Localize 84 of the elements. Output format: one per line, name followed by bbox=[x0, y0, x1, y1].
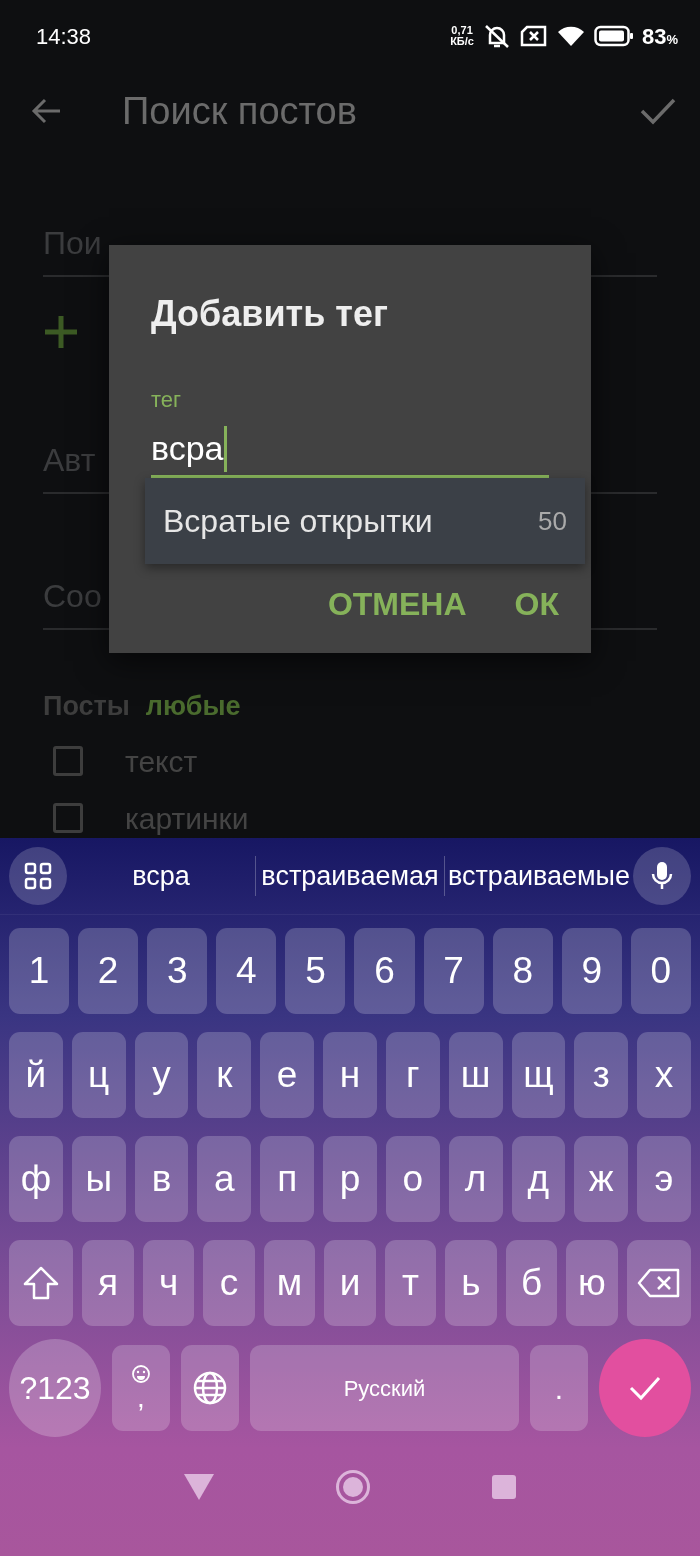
globe-icon bbox=[192, 1370, 228, 1406]
network-speed-unit: КБ/с bbox=[450, 36, 474, 47]
plus-icon[interactable] bbox=[43, 314, 79, 350]
keyboard-key[interactable]: и bbox=[324, 1240, 376, 1326]
network-speed: 0,71 bbox=[450, 25, 474, 36]
keyboard-key[interactable]: л bbox=[448, 1136, 503, 1222]
home-circle-icon[interactable] bbox=[335, 1469, 371, 1505]
keyboard-key[interactable]: н bbox=[323, 1032, 377, 1118]
keyboard-key[interactable]: 0 bbox=[630, 928, 691, 1014]
keyboard-key[interactable]: г bbox=[385, 1032, 440, 1118]
keyboard-key[interactable]: к bbox=[197, 1032, 252, 1118]
word-suggestion[interactable]: всра bbox=[67, 855, 255, 897]
dialog-button[interactable]: ОТМЕНА bbox=[327, 580, 467, 628]
keyboard-key[interactable]: 9 bbox=[561, 928, 622, 1014]
keyboard-key[interactable]: е bbox=[260, 1032, 315, 1118]
keyboard-key[interactable]: р bbox=[323, 1136, 377, 1222]
keyboard-key[interactable]: з bbox=[574, 1032, 629, 1118]
shift-key[interactable] bbox=[9, 1240, 74, 1326]
battery-percent-unit: % bbox=[666, 31, 678, 49]
keyboard-key[interactable]: в bbox=[134, 1136, 189, 1222]
confirm-check-icon[interactable] bbox=[640, 97, 676, 125]
keyboard-key[interactable]: с bbox=[203, 1240, 255, 1326]
keyboard-key[interactable]: 3 bbox=[147, 928, 208, 1014]
space-key[interactable]: Русский bbox=[250, 1345, 519, 1431]
checkbox[interactable] bbox=[53, 746, 83, 776]
keyboard-key[interactable]: ю bbox=[566, 1240, 618, 1326]
shift-arrow-icon bbox=[22, 1265, 61, 1301]
backspace-key[interactable] bbox=[626, 1240, 692, 1326]
keyboard-key[interactable]: 6 bbox=[354, 928, 415, 1014]
screen-title: Поиск постов bbox=[122, 88, 357, 134]
keyboard-key[interactable]: т bbox=[384, 1240, 437, 1326]
text-cursor bbox=[223, 425, 227, 472]
keyboard-key[interactable]: 4 bbox=[216, 928, 277, 1014]
back-arrow-icon[interactable] bbox=[30, 97, 62, 125]
back-triangle-icon[interactable] bbox=[183, 1473, 215, 1501]
keyboard-key[interactable]: п bbox=[260, 1136, 315, 1222]
keyboard-key[interactable]: . bbox=[530, 1345, 588, 1431]
keyboard-key[interactable]: 7 bbox=[423, 928, 484, 1014]
keyboard-key[interactable]: ы bbox=[71, 1136, 126, 1222]
symbols-key[interactable]: ?123 bbox=[9, 1339, 101, 1437]
keyboard-key[interactable]: у bbox=[134, 1032, 189, 1118]
suggestion-item[interactable]: Всратые открытки 50 bbox=[145, 478, 585, 564]
keyboard-key[interactable]: й bbox=[9, 1032, 63, 1118]
checkmark-icon bbox=[629, 1375, 661, 1401]
grid-icon bbox=[24, 862, 52, 890]
status-time: 14:38 bbox=[36, 22, 92, 51]
keyboard-key[interactable]: м bbox=[263, 1240, 316, 1326]
dialog-button[interactable]: ОК bbox=[514, 580, 559, 628]
suggestion-text: Всратые открытки bbox=[163, 502, 433, 541]
keyboard-key[interactable]: э bbox=[637, 1136, 691, 1222]
word-suggestion[interactable]: встраиваемые bbox=[445, 855, 633, 897]
keyboard-key[interactable]: ч bbox=[142, 1240, 195, 1326]
no-sim-icon bbox=[519, 25, 548, 47]
microphone-icon bbox=[651, 861, 673, 891]
keyboard-key[interactable]: 2 bbox=[78, 928, 139, 1014]
checkbox[interactable] bbox=[53, 803, 83, 833]
keyboard-key[interactable]: ж bbox=[574, 1136, 629, 1222]
backspace-icon bbox=[636, 1268, 681, 1298]
filter-value[interactable]: любые bbox=[145, 686, 241, 727]
keyboard-key[interactable]: д bbox=[511, 1136, 566, 1222]
keyboard-key[interactable]: б bbox=[505, 1240, 558, 1326]
keyboard-key[interactable]: ф bbox=[9, 1136, 63, 1222]
keyboard-key[interactable]: я bbox=[82, 1240, 134, 1326]
battery-icon bbox=[593, 25, 634, 47]
keyboard-key[interactable]: 8 bbox=[492, 928, 553, 1014]
keyboard-key[interactable]: а bbox=[197, 1136, 252, 1222]
battery-percent: 83 bbox=[641, 22, 667, 51]
field-label: тег bbox=[151, 386, 183, 414]
keyboard-key[interactable]: 1 bbox=[9, 928, 70, 1014]
comma-key[interactable]: , bbox=[112, 1345, 170, 1431]
keyboard-key[interactable]: щ bbox=[511, 1032, 566, 1118]
dialog-title: Добавить тег bbox=[151, 292, 389, 336]
keyboard-key[interactable]: ц bbox=[71, 1032, 126, 1118]
language-key[interactable] bbox=[181, 1345, 239, 1431]
recents-square-icon[interactable] bbox=[491, 1474, 517, 1500]
wifi-icon bbox=[555, 24, 586, 48]
keyboard-key[interactable]: х bbox=[637, 1032, 691, 1118]
keyboard-key[interactable]: ш bbox=[448, 1032, 503, 1118]
smiley-icon bbox=[131, 1364, 151, 1384]
word-suggestion[interactable]: встраиваемая bbox=[256, 855, 444, 897]
keyboard-key[interactable]: о bbox=[385, 1136, 440, 1222]
suggestion-count: 50 bbox=[538, 504, 567, 538]
keyboard-key[interactable]: ь bbox=[445, 1240, 497, 1326]
keyboard-key[interactable]: 5 bbox=[285, 928, 346, 1014]
